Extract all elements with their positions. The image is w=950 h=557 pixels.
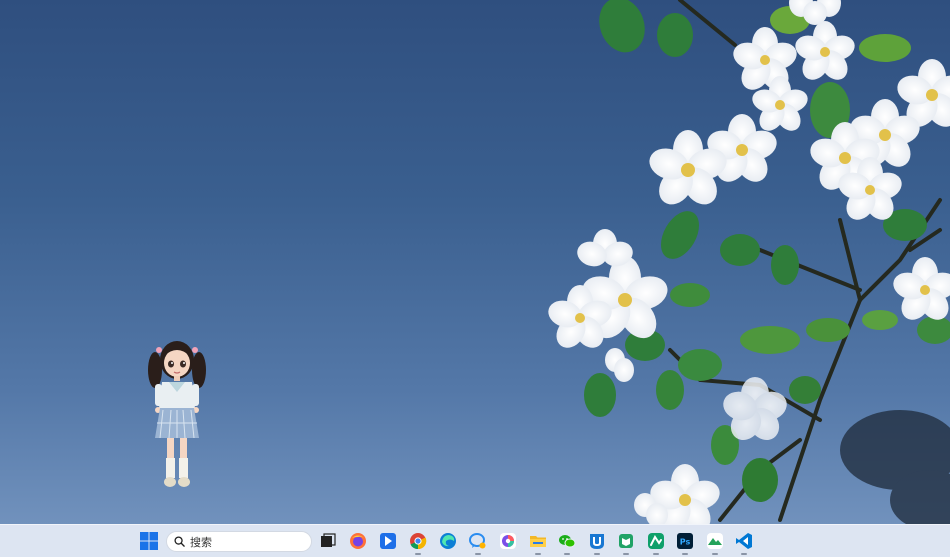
colorful-app-button[interactable] xyxy=(497,530,519,552)
mountain-app-icon xyxy=(707,533,723,549)
green-app-button[interactable] xyxy=(645,530,667,555)
running-indicator xyxy=(594,553,600,555)
chat-app-button[interactable] xyxy=(467,530,489,555)
vscode-button[interactable] xyxy=(733,530,755,555)
wechat-icon xyxy=(559,535,576,548)
running-indicator xyxy=(564,553,570,555)
edge-button[interactable] xyxy=(437,530,459,552)
running-indicator xyxy=(535,553,541,555)
photoshop-button[interactable]: Ps xyxy=(674,530,696,555)
u-app-icon xyxy=(590,534,604,549)
running-indicator xyxy=(741,553,747,555)
wechat-button[interactable] xyxy=(556,530,578,555)
running-indicator xyxy=(415,553,421,555)
pointer-app-button[interactable] xyxy=(377,530,399,552)
task-view-button[interactable] xyxy=(317,530,339,552)
green-book-app-button[interactable] xyxy=(615,530,637,555)
wallpaper-image xyxy=(548,0,950,524)
vscode-icon xyxy=(736,533,752,549)
running-indicator xyxy=(682,553,688,555)
firefox-icon xyxy=(350,533,366,549)
folder-icon xyxy=(530,536,546,547)
task-view-icon xyxy=(321,533,336,547)
chrome-button[interactable] xyxy=(407,530,429,555)
windows-logo-icon xyxy=(140,532,158,550)
search-placeholder: 搜索 xyxy=(190,535,212,549)
file-explorer-button[interactable] xyxy=(527,530,549,555)
green-app-icon xyxy=(648,533,664,549)
start-button[interactable] xyxy=(138,530,160,552)
desktop-pet-girl[interactable] xyxy=(145,338,209,494)
search-input[interactable]: 搜索 xyxy=(166,531,312,552)
desktop: 搜索 Ps xyxy=(0,0,950,557)
firefox-button[interactable] xyxy=(347,530,369,552)
chrome-icon xyxy=(410,533,427,550)
edge-icon xyxy=(440,533,456,549)
running-indicator xyxy=(653,553,659,555)
pointer-app-icon xyxy=(380,533,396,549)
taskbar: 搜索 Ps xyxy=(0,524,950,557)
running-indicator xyxy=(475,553,481,555)
green-book-icon xyxy=(619,534,633,548)
running-indicator xyxy=(712,553,718,555)
photoshop-icon: Ps xyxy=(677,533,693,549)
svg-text:Ps: Ps xyxy=(680,538,691,547)
search-icon xyxy=(174,536,185,547)
running-indicator xyxy=(623,553,629,555)
u-app-button[interactable] xyxy=(586,530,608,555)
mountain-app-button[interactable] xyxy=(704,530,726,555)
chat-bubble-icon xyxy=(469,533,486,549)
colorful-app-icon xyxy=(500,533,516,549)
